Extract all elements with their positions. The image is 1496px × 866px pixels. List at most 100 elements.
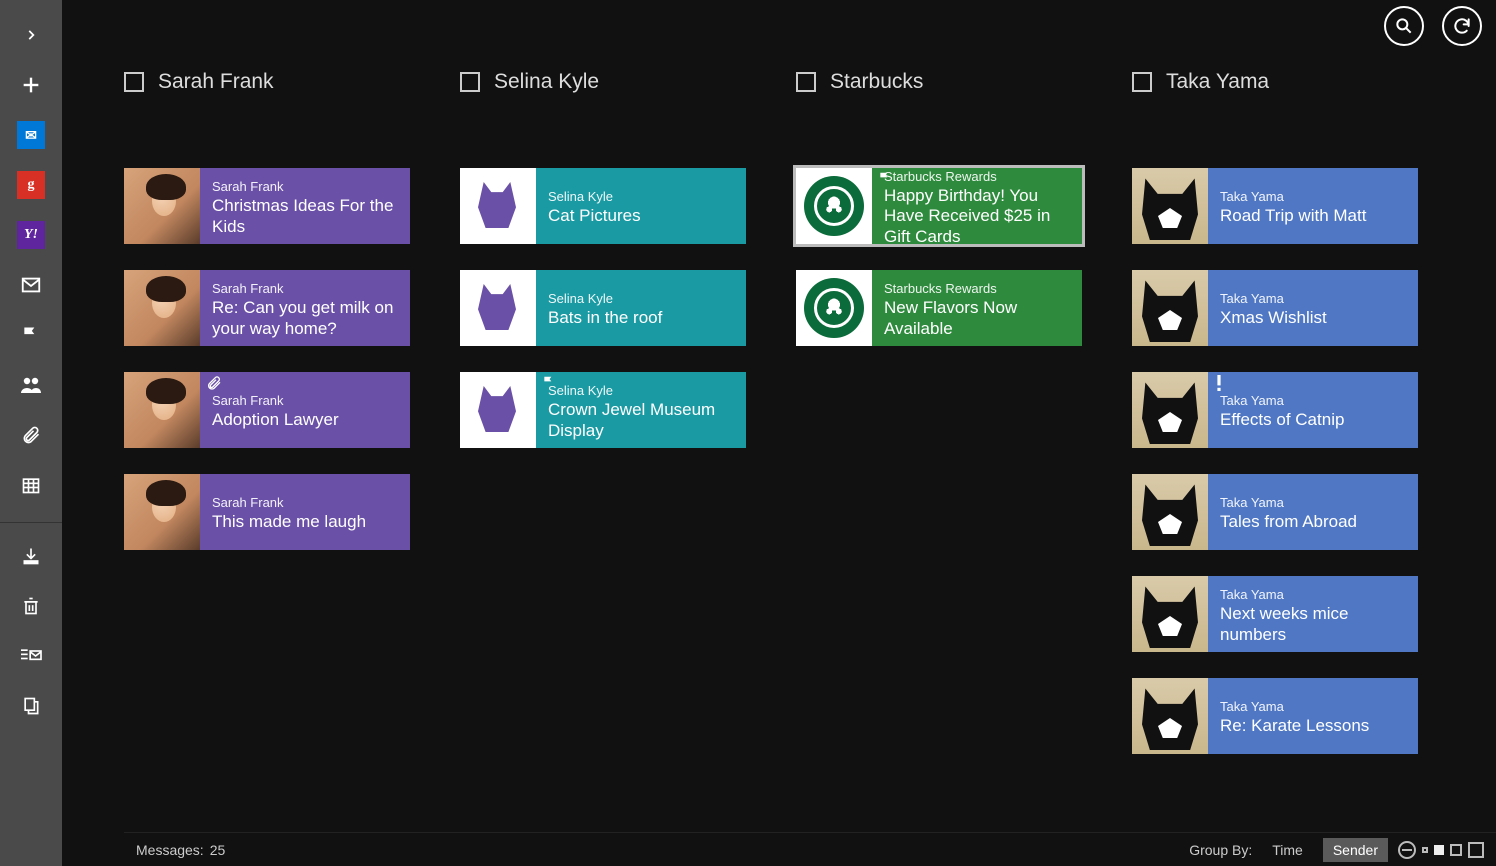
messages-label: Messages: (136, 842, 204, 858)
account-outlook[interactable]: ✉ (0, 110, 62, 160)
nav-flagged[interactable] (0, 310, 62, 360)
message-body: Taka YamaRe: Karate Lessons (1208, 678, 1418, 754)
message-tile[interactable]: Taka Yama Effects of Catnip (1132, 372, 1418, 448)
refresh-icon (1452, 16, 1472, 36)
download-icon (21, 546, 41, 566)
message-body: Selina Kyle Cat Pictures (536, 168, 746, 244)
avatar (796, 168, 872, 244)
column-header[interactable]: Taka Yama (1132, 70, 1418, 94)
account-google[interactable]: g (0, 160, 62, 210)
message-subject: Road Trip with Matt (1220, 206, 1406, 226)
nav-people[interactable] (0, 360, 62, 410)
avatar (460, 168, 536, 244)
sender-column: Sarah Frank Sarah Frank Christmas Ideas Fo… (124, 70, 410, 780)
account-yahoo[interactable]: Y! (0, 210, 62, 260)
avatar (1132, 270, 1208, 346)
status-bar: Messages: 25 Group By: Time Sender (124, 832, 1496, 866)
message-tile[interactable]: Taka YamaNext weeks mice numbers (1132, 576, 1418, 652)
message-tile[interactable]: Selina Kyle Cat Pictures (460, 168, 746, 244)
avatar (124, 474, 200, 550)
message-tile[interactable]: Sarah Frank Christmas Ideas For the Kids (124, 168, 410, 244)
nav-mark-read[interactable] (0, 631, 62, 681)
size-controls (1398, 841, 1484, 859)
select-all-checkbox[interactable] (796, 72, 816, 92)
message-sender: Starbucks Rewards (884, 169, 1070, 184)
avatar (124, 168, 200, 244)
groupby-time[interactable]: Time (1262, 838, 1313, 862)
message-tile[interactable]: Sarah Frank Adoption Lawyer (124, 372, 410, 448)
size-lg[interactable] (1468, 842, 1484, 858)
select-all-checkbox[interactable] (460, 72, 480, 92)
select-all-checkbox[interactable] (124, 72, 144, 92)
chevron-right-icon (24, 28, 38, 42)
size-xs[interactable] (1422, 847, 1428, 853)
column-header-label: Starbucks (830, 70, 923, 94)
sender-column: Taka YamaTaka YamaRoad Trip with MattTak… (1132, 70, 1418, 780)
message-subject: Adoption Lawyer (212, 410, 398, 430)
message-tile[interactable]: Taka YamaRe: Karate Lessons (1132, 678, 1418, 754)
message-tile[interactable]: Starbucks RewardsHappy Birthday! You Hav… (796, 168, 1082, 244)
groupby-label: Group By: (1189, 842, 1252, 858)
message-subject: New Flavors Now Available (884, 298, 1070, 339)
message-sender: Sarah Frank (212, 281, 398, 296)
message-tile[interactable]: Starbucks RewardsNew Flavors Now Availab… (796, 270, 1082, 346)
column-header[interactable]: Sarah Frank (124, 70, 410, 94)
message-subject: Next weeks mice numbers (1220, 604, 1406, 645)
people-icon (19, 373, 43, 397)
message-sender: Taka Yama (1220, 699, 1406, 714)
nav-mail[interactable] (0, 260, 62, 310)
message-subject: Bats in the roof (548, 308, 734, 328)
avatar (1132, 168, 1208, 244)
flag-icon (21, 325, 41, 345)
avatar (1132, 372, 1208, 448)
expand-sidebar-button[interactable] (0, 10, 62, 60)
message-tile[interactable]: Selina KyleBats in the roof (460, 270, 746, 346)
message-tile[interactable]: Sarah FrankThis made me laugh (124, 474, 410, 550)
message-sender: Sarah Frank (212, 393, 398, 408)
column-header[interactable]: Starbucks (796, 70, 1082, 94)
sender-column: Selina KyleSelina KyleCat PicturesSelina… (460, 70, 746, 780)
outlook-icon: ✉ (17, 121, 45, 149)
message-sender: Selina Kyle (548, 383, 734, 398)
message-tile[interactable]: Taka YamaRoad Trip with Matt (1132, 168, 1418, 244)
message-sender: Selina Kyle (548, 189, 734, 204)
message-subject: Cat Pictures (548, 206, 734, 226)
column-header-label: Selina Kyle (494, 70, 599, 94)
refresh-button[interactable] (1442, 6, 1482, 46)
message-sender: Taka Yama (1220, 393, 1406, 408)
yahoo-icon: Y! (17, 221, 45, 249)
message-sender: Sarah Frank (212, 179, 398, 194)
message-tile[interactable]: Taka YamaTales from Abroad (1132, 474, 1418, 550)
mail-icon (20, 274, 42, 296)
message-subject: Tales from Abroad (1220, 512, 1406, 532)
compose-button[interactable] (0, 60, 62, 110)
avatar (460, 270, 536, 346)
nav-download[interactable] (0, 531, 62, 581)
trash-icon (21, 596, 41, 616)
nav-trash[interactable] (0, 581, 62, 631)
size-md[interactable] (1450, 844, 1462, 856)
messages-count: 25 (210, 842, 226, 858)
zoom-out-button[interactable] (1398, 841, 1416, 859)
message-tile[interactable]: Sarah FrankRe: Can you get milk on your … (124, 270, 410, 346)
search-icon (1394, 16, 1414, 36)
message-tile[interactable]: Selina KyleCrown Jewel Museum Display (460, 372, 746, 448)
avatar (796, 270, 872, 346)
nav-attachments[interactable] (0, 410, 62, 460)
column-header-label: Taka Yama (1166, 70, 1269, 94)
attachment-icon (206, 375, 222, 391)
nav-calendar[interactable] (0, 460, 62, 510)
column-header[interactable]: Selina Kyle (460, 70, 746, 94)
search-button[interactable] (1384, 6, 1424, 46)
select-all-checkbox[interactable] (1132, 72, 1152, 92)
attachment-icon (21, 425, 41, 445)
nav-copy[interactable] (0, 681, 62, 731)
message-body: Taka YamaXmas Wishlist (1208, 270, 1418, 346)
message-subject: Effects of Catnip (1220, 410, 1406, 430)
message-body: Sarah Frank Adoption Lawyer (200, 372, 410, 448)
groupby-sender[interactable]: Sender (1323, 838, 1388, 862)
message-tile[interactable]: Taka YamaXmas Wishlist (1132, 270, 1418, 346)
message-body: Taka YamaRoad Trip with Matt (1208, 168, 1418, 244)
message-subject: Christmas Ideas For the Kids (212, 196, 398, 237)
size-sm[interactable] (1434, 845, 1444, 855)
